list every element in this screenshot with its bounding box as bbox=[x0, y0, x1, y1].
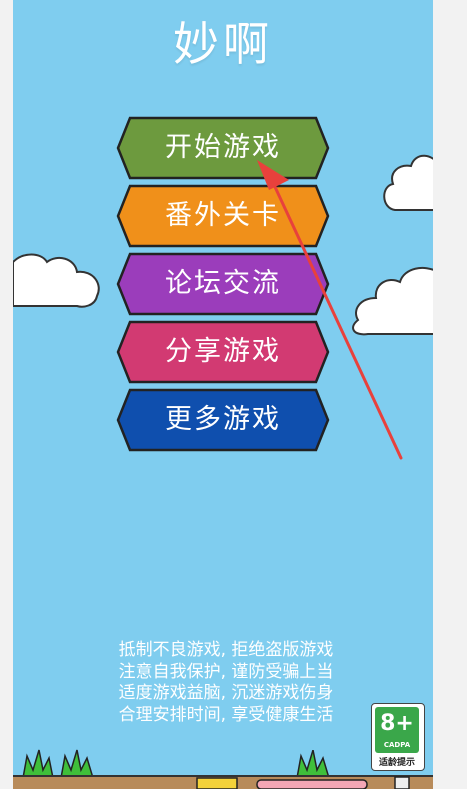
age-rating-tip: 适龄提示 bbox=[378, 758, 415, 768]
grass-tuft-right bbox=[296, 750, 330, 778]
notice-line: 注意自我保护, 谨防受骗上当 bbox=[118, 661, 334, 682]
notice-line: 抵制不良游戏, 拒绝盗版游戏 bbox=[118, 640, 334, 660]
age-rating-value: 8+ bbox=[380, 711, 414, 736]
notice-line: 适度游戏益脑, 沉迷游戏伤身 bbox=[118, 683, 334, 703]
grass-tuft-left bbox=[22, 749, 94, 778]
rating-org: CADPA bbox=[383, 741, 411, 749]
health-gaming-notice: 抵制不良游戏, 拒绝盗版游戏 注意自我保护, 谨防受骗上当 适度游戏益脑, 沉迷… bbox=[81, 640, 371, 726]
annotation-arrow-icon bbox=[257, 160, 403, 460]
age-rating-badge: 8+ CADPA 适龄提示 bbox=[371, 703, 425, 771]
ground-objects bbox=[196, 776, 410, 789]
game-screen: 妙啊 开始游戏 番外关卡 论坛交流 分享游戏 更多游戏 抵制不良游戏, 拒绝盗版… bbox=[13, 0, 433, 789]
notice-line: 合理安排时间, 享受健康生活 bbox=[118, 704, 334, 725]
